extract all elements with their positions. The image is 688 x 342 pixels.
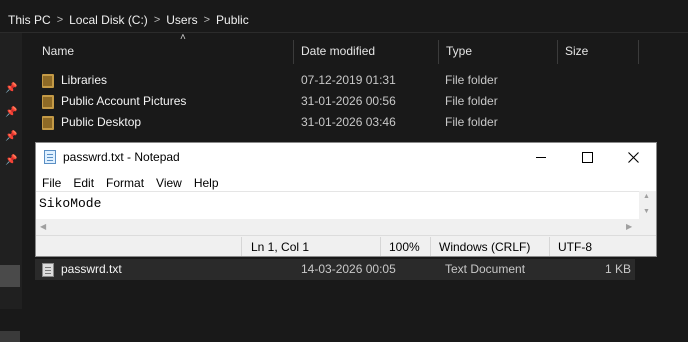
file-date: 31-01-2026 00:56 <box>301 94 396 108</box>
scroll-right-icon[interactable]: ▶ <box>626 222 632 231</box>
folder-icon <box>42 95 54 109</box>
breadcrumb-this-pc[interactable]: This PC <box>0 13 55 27</box>
window-title: passwrd.txt - Notepad <box>63 150 180 164</box>
navigation-pane: 📌 📌 📌 📌 <box>0 33 22 342</box>
file-type: File folder <box>445 73 498 87</box>
menu-file[interactable]: File <box>36 173 67 193</box>
status-bar: Ln 1, Col 1 100% Windows (CRLF) UTF-8 <box>36 235 656 256</box>
scroll-left-icon[interactable]: ◀ <box>40 222 46 231</box>
notepad-window[interactable]: passwrd.txt - Notepad File Edit Format V… <box>35 142 657 257</box>
menu-edit[interactable]: Edit <box>67 173 100 193</box>
chevron-right-icon: > <box>203 14 211 26</box>
status-divider <box>241 237 242 256</box>
column-header-size[interactable]: Size <box>558 36 638 66</box>
breadcrumb-users[interactable]: Users <box>162 13 201 27</box>
menu-format[interactable]: Format <box>100 173 150 193</box>
file-date: 14-03-2026 00:05 <box>301 262 396 276</box>
file-name: Libraries <box>61 73 108 87</box>
file-row-passwrd-txt[interactable]: passwrd.txt 14-03-2026 00:05 Text Docume… <box>35 259 635 280</box>
breadcrumb-public[interactable]: Public <box>212 13 253 27</box>
status-divider <box>430 237 431 256</box>
nav-selected-item[interactable] <box>0 265 20 287</box>
file-date: 07-12-2019 01:31 <box>301 73 396 87</box>
file-row-public-account-pictures[interactable]: Public Account Pictures 31-01-2026 00:56… <box>35 91 635 112</box>
column-header-type[interactable]: Type <box>439 36 557 66</box>
close-button[interactable] <box>610 143 656 171</box>
file-type: Text Document <box>445 262 526 276</box>
file-size: 1 KB <box>604 262 631 276</box>
file-name: passwrd.txt <box>61 262 122 276</box>
menu-view[interactable]: View <box>150 173 188 193</box>
horizontal-scrollbar[interactable]: ◀ ▶ <box>36 219 656 235</box>
text-editor-area[interactable]: SikoMode <box>36 191 656 220</box>
scroll-down-icon[interactable]: ▼ <box>643 208 650 215</box>
column-divider[interactable] <box>638 40 639 64</box>
folder-icon <box>42 74 54 88</box>
nav-item[interactable] <box>0 331 20 342</box>
menu-help[interactable]: Help <box>188 173 225 193</box>
text-file-icon <box>42 263 54 277</box>
status-line-ending: Windows (CRLF) <box>439 240 531 254</box>
minimize-button[interactable] <box>518 143 564 171</box>
pin-icon[interactable]: 📌 <box>5 83 17 94</box>
file-type: File folder <box>445 94 498 108</box>
file-name: Public Account Pictures <box>61 94 187 108</box>
maximize-icon <box>581 151 593 163</box>
column-header-date[interactable]: Date modified <box>294 36 438 66</box>
pin-icon[interactable]: 📌 <box>5 131 17 142</box>
file-date: 31-01-2026 03:46 <box>301 115 396 129</box>
notepad-icon <box>44 150 56 164</box>
column-headers: ˄ Name Date modified Type Size <box>22 32 688 66</box>
column-header-name[interactable]: Name <box>35 36 293 66</box>
pin-icon[interactable]: 📌 <box>5 107 17 118</box>
minimize-icon <box>536 156 546 158</box>
folder-icon <box>42 116 54 130</box>
file-type: File folder <box>445 115 498 129</box>
document-text[interactable]: SikoMode <box>39 196 101 211</box>
file-row-public-desktop[interactable]: Public Desktop 31-01-2026 03:46 File fol… <box>35 112 635 133</box>
file-row-libraries[interactable]: Libraries 07-12-2019 01:31 File folder <box>35 70 635 91</box>
vertical-scrollbar[interactable]: ▲ ▼ <box>639 191 656 219</box>
pin-icon[interactable]: 📌 <box>5 155 17 166</box>
status-divider <box>380 237 381 256</box>
breadcrumb[interactable]: This PC > Local Disk (C:) > Users > Publ… <box>0 8 688 33</box>
file-name: Public Desktop <box>61 115 142 129</box>
maximize-button[interactable] <box>564 143 610 171</box>
chevron-right-icon: > <box>153 14 161 26</box>
chevron-right-icon: > <box>56 14 64 26</box>
status-divider <box>549 237 550 256</box>
status-encoding: UTF-8 <box>558 240 592 254</box>
breadcrumb-local-disk[interactable]: Local Disk (C:) <box>65 13 152 27</box>
scroll-up-icon[interactable]: ▲ <box>643 193 650 200</box>
status-zoom: 100% <box>389 240 420 254</box>
close-icon <box>627 151 639 163</box>
menu-bar: File Edit Format View Help <box>36 173 225 193</box>
status-cursor-position: Ln 1, Col 1 <box>251 240 310 254</box>
title-bar[interactable]: passwrd.txt - Notepad <box>36 143 656 171</box>
